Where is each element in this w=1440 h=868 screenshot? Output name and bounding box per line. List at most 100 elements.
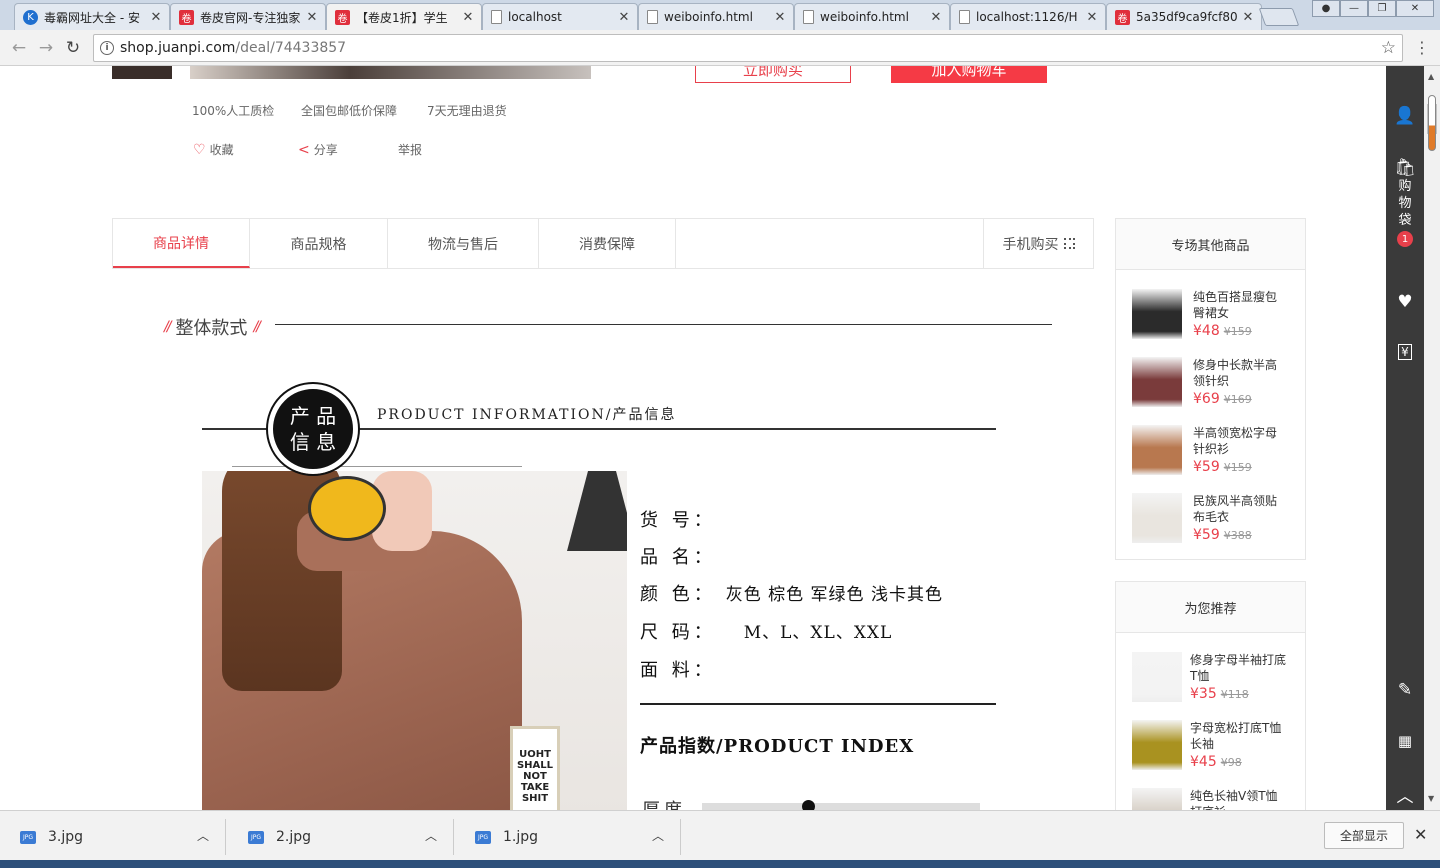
coupon-button[interactable]: ¥ <box>1386 344 1424 360</box>
mobile-buy-label: 手机购买 <box>1002 236 1059 253</box>
thumb-fill <box>1132 652 1182 702</box>
product-thumbnail[interactable] <box>112 66 172 79</box>
browser-tab[interactable]: weiboinfo.html ✕ <box>638 3 794 30</box>
close-icon[interactable]: ✕ <box>929 10 943 25</box>
close-icon[interactable]: ✕ <box>1241 10 1255 25</box>
close-icon[interactable]: ✕ <box>1085 10 1099 25</box>
close-icon[interactable]: ✕ <box>617 10 631 25</box>
list-item[interactable]: 纯色长袖V领T恤打底衫 <box>1132 788 1302 810</box>
feedback-button[interactable]: ✎ <box>1386 680 1424 700</box>
thumb-fill <box>1132 289 1182 339</box>
close-icon[interactable]: ✕ <box>149 10 163 25</box>
back-icon[interactable]: ← <box>8 37 30 59</box>
restore-button[interactable]: ❐ <box>1368 0 1396 17</box>
special-products-title: 专场其他商品 <box>1116 219 1305 270</box>
forward-icon[interactable]: → <box>35 37 57 59</box>
shopping-bag-button[interactable]: 🛍 购物袋 1 <box>1386 158 1424 247</box>
buy-now-button[interactable]: 立即购买 <box>695 66 851 83</box>
list-item[interactable]: 修身中长款半高领针织 ¥69 ¥169 <box>1132 357 1302 407</box>
new-tab-button[interactable] <box>1258 8 1300 26</box>
pencil-icon: ✎ <box>1397 680 1413 700</box>
close-icon[interactable]: ✕ <box>461 10 475 25</box>
tab-guarantee[interactable]: 消费保障 <box>539 219 676 268</box>
header-subrule <box>232 466 522 467</box>
show-all-downloads-button[interactable]: 全部显示 <box>1324 822 1404 849</box>
browser-tab-active[interactable]: 卷 【卷皮1折】学生 ✕ <box>326 3 482 31</box>
chevron-up-icon[interactable]: ︿ <box>652 827 664 844</box>
juanpi-icon: 卷 <box>1115 9 1130 25</box>
thickness-label: 厚度 <box>642 796 686 810</box>
favorite-button[interactable]: ♡ 收藏 <box>193 141 234 158</box>
list-item[interactable]: 字母宽松打底T恤长袖 ¥45 ¥98 <box>1132 720 1302 770</box>
browser-toolbar: ← → ↻ i shop.juanpi.com/deal/74433857 ☆ … <box>0 30 1440 66</box>
address-bar[interactable]: i shop.juanpi.com/deal/74433857 ☆ <box>93 34 1403 62</box>
side-toolbar: 👤 🛍 购物袋 1 ♥ ¥ ✎ ▦ ︿ <box>1386 66 1424 810</box>
close-icon[interactable]: ✕ <box>773 10 787 25</box>
list-item[interactable]: 修身字母半袖打底T恤 ¥35 ¥118 <box>1132 652 1302 702</box>
info-icon[interactable]: i <box>100 41 114 55</box>
list-item[interactable]: 半高领宽松字母针织衫 ¥59 ¥159 <box>1132 425 1302 475</box>
list-item[interactable]: 民族风半高领贴布毛衣 ¥59 ¥388 <box>1132 493 1302 543</box>
guarantee-quality-check: 100%人工质检 <box>192 104 275 118</box>
browser-tab[interactable]: localhost:1126/H ✕ <box>950 3 1106 30</box>
menu-icon[interactable]: ⋮ <box>1414 38 1430 58</box>
user-icon[interactable]: ● <box>1312 0 1340 17</box>
browser-tab[interactable]: weiboinfo.html ✕ <box>794 3 950 30</box>
original-price: ¥159 <box>1223 461 1252 474</box>
report-link[interactable]: 举报 <box>398 141 422 158</box>
shopping-bag-icon: 🛍 <box>1394 158 1416 178</box>
product-info-badge: 产 品 信 息 <box>266 382 360 476</box>
browser-tab[interactable]: localhost ✕ <box>482 3 638 30</box>
browser-tab[interactable]: 卷 5a35df9ca9fcf80 ✕ <box>1106 3 1262 30</box>
product-info-header: 产 品 信 息 PRODUCT INFORMATION/产品信息 <box>202 382 996 476</box>
original-price: ¥169 <box>1223 393 1252 406</box>
juanpi-icon: 卷 <box>179 9 194 25</box>
close-icon[interactable]: ✕ <box>305 10 319 25</box>
tab-title: localhost <box>508 10 562 24</box>
download-item[interactable]: JPG 2.jpg ︿ <box>228 819 454 855</box>
product-thumb <box>1132 289 1182 339</box>
download-item[interactable]: JPG 3.jpg ︿ <box>0 819 226 855</box>
scroll-up-arrow[interactable]: ▲ <box>1428 72 1434 81</box>
download-item[interactable]: JPG 1.jpg ︿ <box>455 819 681 855</box>
list-item[interactable]: 纯色百搭显瘦包臀裙女 ¥48 ¥159 <box>1132 289 1302 339</box>
page-scrollbar[interactable]: ▲ ▼ <box>1424 66 1440 810</box>
section-title-text: 整体款式 <box>175 318 248 339</box>
tab-logistics[interactable]: 物流与售后 <box>388 219 539 268</box>
minimize-button[interactable]: — <box>1340 0 1368 17</box>
window-close-button[interactable]: ✕ <box>1396 0 1434 17</box>
price-row: ¥59 ¥159 <box>1193 459 1252 475</box>
price-row: ¥35 ¥118 <box>1190 686 1249 702</box>
thumb-fill <box>1132 357 1182 407</box>
product-price: ¥35 <box>1190 686 1217 702</box>
spec-item-name: 品 名： <box>640 547 716 568</box>
reload-icon[interactable]: ↻ <box>62 37 84 59</box>
slash-decoration: // <box>164 319 172 335</box>
scroll-down-arrow[interactable]: ▼ <box>1428 794 1434 803</box>
favorites-button[interactable]: ♥ <box>1386 292 1424 312</box>
browser-tab[interactable]: K 毒霸网址大全 - 安 ✕ <box>14 3 170 30</box>
tab-product-spec[interactable]: 商品规格 <box>250 219 388 268</box>
os-taskbar <box>0 860 1440 868</box>
section-title: // 整体款式 // <box>158 314 265 340</box>
add-to-cart-button[interactable]: 加入购物车 <box>891 66 1047 83</box>
product-thumb <box>1132 425 1182 475</box>
tab-product-detail[interactable]: 商品详情 <box>113 219 250 268</box>
chevron-up-icon[interactable]: ︿ <box>197 827 209 844</box>
share-button[interactable]: < 分享 <box>298 141 338 158</box>
thickness-bar <box>702 800 980 810</box>
tab-title: weiboinfo.html <box>820 10 909 24</box>
mobile-buy-button[interactable]: 手机购买 <box>983 219 1093 268</box>
thermometer-widget <box>1428 95 1436 151</box>
close-icon[interactable]: ✕ <box>1414 825 1427 844</box>
qr-code-button[interactable]: ▦ <box>1386 732 1424 750</box>
bookmark-star-icon[interactable]: ☆ <box>1381 38 1396 58</box>
juanpi-icon: 卷 <box>335 10 350 25</box>
product-price: ¥69 <box>1193 391 1220 407</box>
url-host: shop.juanpi.com <box>120 40 236 56</box>
user-center-button[interactable]: 👤 <box>1386 106 1424 126</box>
browser-tab[interactable]: 卷 卷皮官网-专注独家 ✕ <box>170 3 326 30</box>
page-icon <box>647 10 658 24</box>
back-to-top-button[interactable]: ︿ <box>1386 782 1424 807</box>
chevron-up-icon[interactable]: ︿ <box>425 827 437 844</box>
